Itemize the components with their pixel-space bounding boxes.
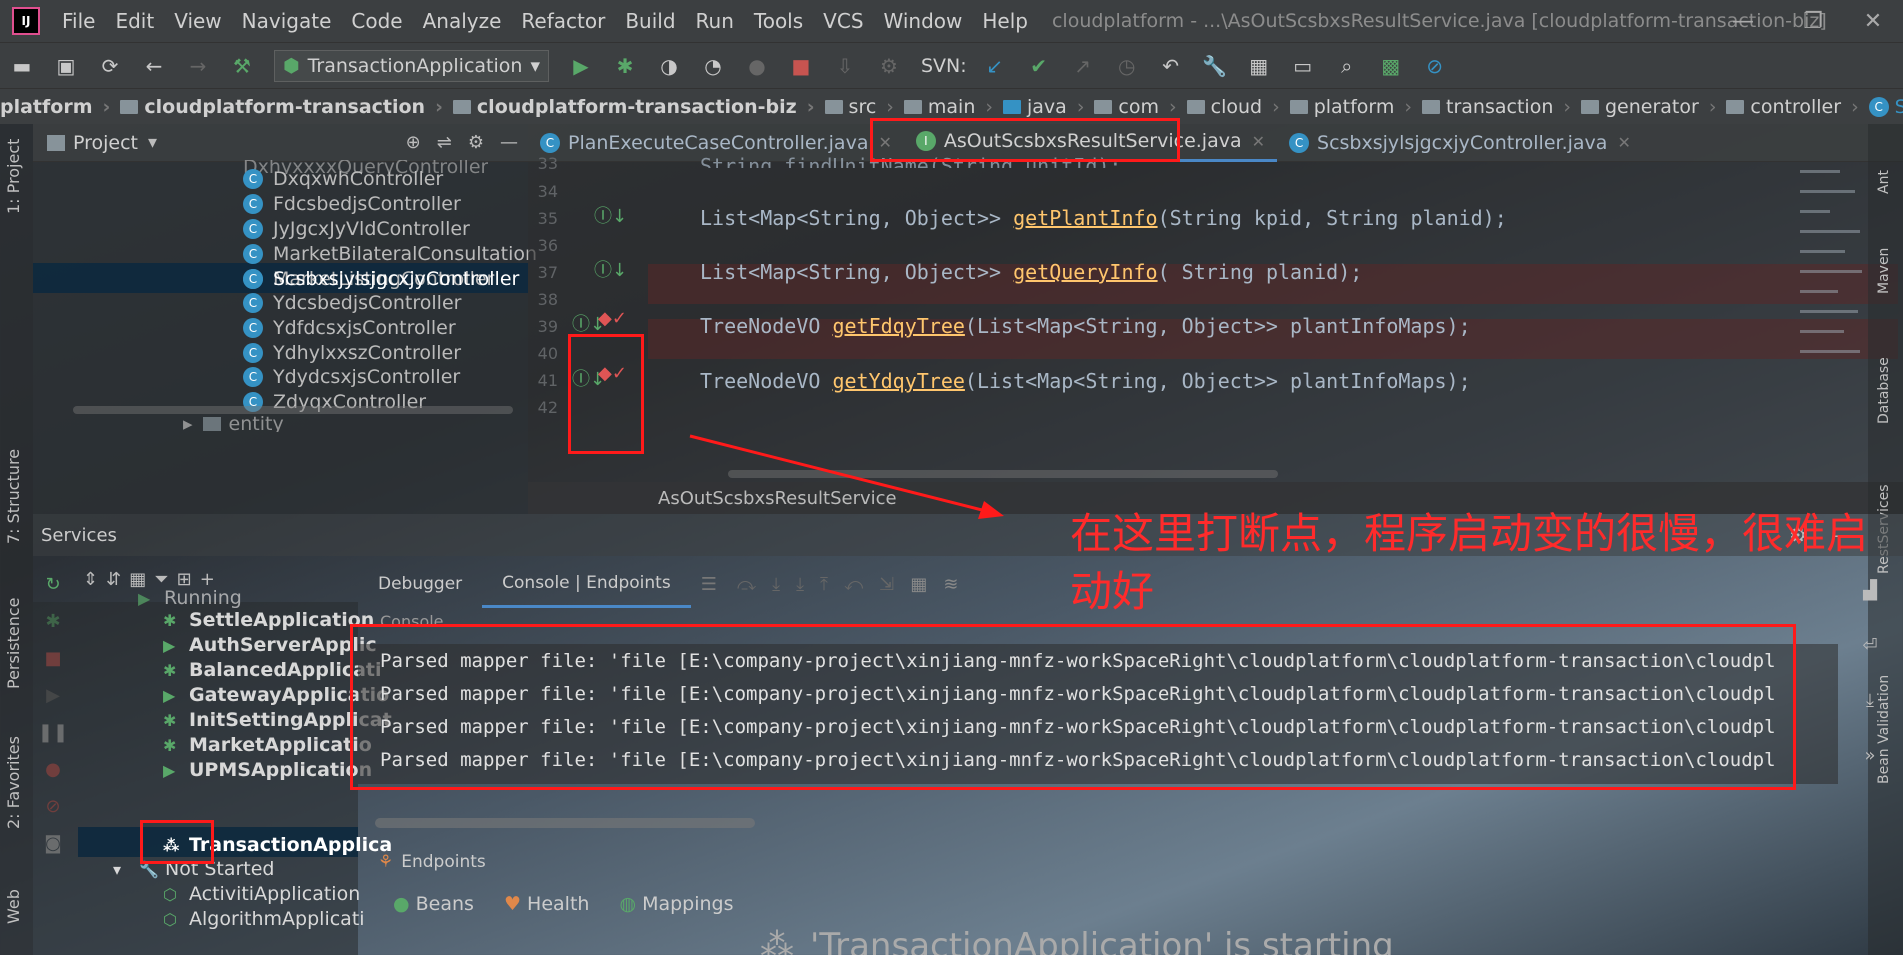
annotation-arrow: [689, 434, 1004, 519]
annotation-text: 在这里打断点，程序启动变的很慢，很难启动好: [1070, 509, 1869, 616]
